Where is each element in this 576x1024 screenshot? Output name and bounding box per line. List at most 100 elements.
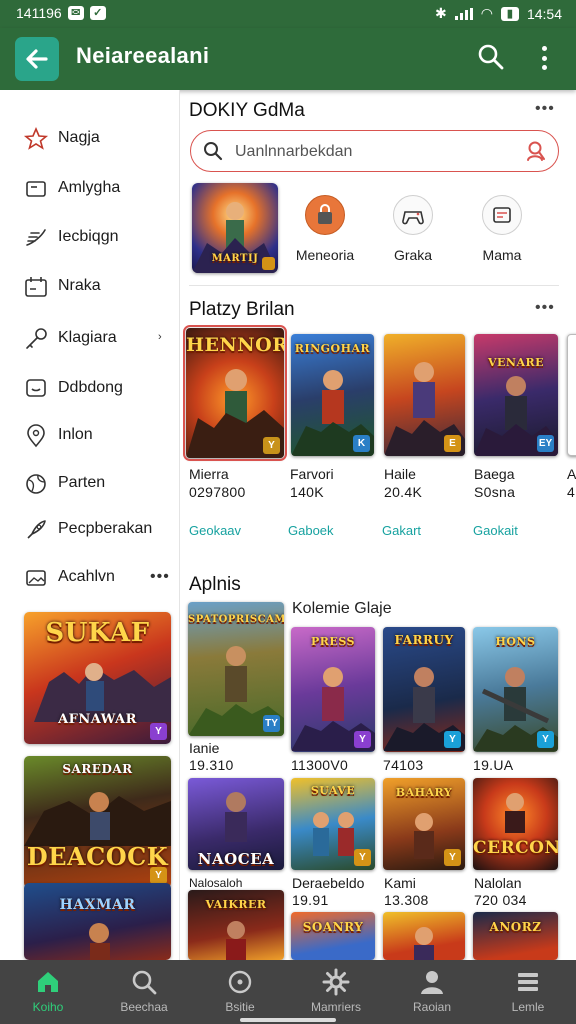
game-card[interactable]: SUAVE Y: [291, 778, 375, 870]
bottom-navigation: Koiho Beechaa Bsitie Mamriers Raoian Lem…: [0, 960, 576, 1024]
sidebar-poster[interactable]: SAREDAR DEACOCK Y: [24, 756, 171, 888]
location-icon: [27, 424, 45, 448]
game-card[interactable]: VENARE EY: [474, 334, 558, 456]
game-badge: Y: [354, 849, 371, 866]
game-count: 720 034: [474, 892, 527, 908]
nav-search[interactable]: Beechaa: [96, 960, 192, 1024]
game-name: Mierra: [189, 466, 229, 482]
featured-game-tile[interactable]: MARTIJ: [192, 183, 278, 273]
status-time-left: 141196: [16, 5, 62, 21]
game-card[interactable]: FARRUY Y: [383, 627, 465, 752]
rocket-icon: [27, 520, 46, 539]
game-card[interactable]: HENNOR Y: [183, 325, 287, 461]
sidebar-poster[interactable]: HAXMAR: [24, 883, 171, 960]
game-card[interactable]: [383, 912, 465, 960]
game-card[interactable]: SOANRY: [291, 912, 375, 960]
sidebar-item-ddbdong[interactable]: Ddbdong: [0, 367, 180, 411]
sidebar-poster[interactable]: SUKAF AFNAWAR Y: [24, 612, 171, 744]
more-options-icon[interactable]: [534, 44, 554, 72]
sidebar-item-label: Ddbdong: [58, 379, 123, 396]
nav-label: Beechaa: [120, 1000, 168, 1014]
notification-icon: ✉: [67, 6, 84, 20]
sidebar-item-amlygha[interactable]: Amlygha: [0, 167, 180, 211]
sidebar-item-iecbiqgn[interactable]: Iecbiqgn: [0, 216, 180, 260]
poster-title: SPATOPRISCAM: [188, 614, 284, 625]
game-card[interactable]: CERCON: [473, 778, 558, 870]
more-dots-icon[interactable]: •••: [150, 568, 170, 586]
nav-label: Koiho: [32, 1000, 64, 1014]
poster-title: HENNOR: [186, 334, 284, 356]
star-icon: [23, 126, 49, 150]
search-bar[interactable]: [190, 130, 559, 172]
game-name: Kami: [384, 875, 416, 891]
game-link[interactable]: Gakart: [382, 523, 421, 538]
game-card[interactable]: RINGOHAR K: [291, 334, 374, 456]
poster-subtitle: AFNAWAR: [58, 712, 137, 727]
game-card[interactable]: VAIKRER: [188, 890, 284, 960]
game-count: 4: [567, 484, 576, 500]
nav-label: Bsitie: [225, 1000, 255, 1014]
sidebar-item-inlon[interactable]: Inlon: [0, 414, 180, 458]
game-card[interactable]: PRESS Y: [291, 627, 375, 752]
game-name: Ianie: [189, 740, 220, 756]
game-card[interactable]: NAOCEA: [188, 778, 284, 870]
game-badge: Y: [354, 731, 371, 748]
poster-title: RINGOHAR: [294, 342, 371, 355]
game-count: 19.UA: [473, 757, 514, 773]
game-badge: E: [444, 435, 461, 452]
home-indicator[interactable]: [240, 1018, 336, 1022]
game-card[interactable]: E: [384, 334, 465, 456]
game-count: 11300V0: [291, 757, 349, 773]
game-card[interactable]: ANORZ: [473, 912, 558, 960]
profile-icon: [421, 971, 443, 994]
nav-home[interactable]: Koiho: [0, 960, 96, 1024]
game-count: 13.308: [384, 892, 429, 908]
controller-icon: [393, 195, 433, 235]
game-badge: Y: [444, 731, 461, 748]
category-graka[interactable]: Graka: [375, 195, 451, 265]
game-link[interactable]: Gaokait: [473, 523, 518, 538]
poster-art: [34, 663, 171, 722]
game-badge: Y: [263, 437, 280, 454]
poster-title: SUAVE: [310, 784, 356, 797]
nav-label: Mamriers: [311, 1000, 361, 1014]
poster-title: ANORZ: [489, 920, 542, 934]
globe-icon: [26, 474, 46, 494]
nav-explore[interactable]: Bsitie: [192, 960, 288, 1024]
image-icon: [26, 570, 46, 586]
game-card[interactable]: [567, 334, 576, 456]
back-button[interactable]: [15, 37, 59, 81]
nav-menu[interactable]: Lemle: [480, 960, 576, 1024]
sidebar-item-pecpberakan[interactable]: Pecpberakan: [0, 508, 180, 552]
nav-settings[interactable]: Mamriers: [288, 960, 384, 1024]
section-title-apps: Aplnis: [189, 574, 241, 595]
category-label: Graka: [393, 247, 433, 263]
sidebar-item-klagiara[interactable]: Klagiara ›: [0, 317, 180, 361]
game-link[interactable]: Geokaav: [189, 523, 241, 538]
user-search-icon[interactable]: [525, 140, 547, 162]
category-meneoria[interactable]: Meneoria: [287, 195, 363, 265]
sidebar-item-nagja[interactable]: Nagja: [0, 117, 180, 161]
more-dots-icon[interactable]: •••: [535, 100, 555, 118]
game-link[interactable]: Gaboek: [288, 523, 334, 538]
sidebar-item-nraka[interactable]: Nraka: [0, 265, 180, 309]
store-icon: [482, 195, 522, 235]
sidebar-item-label: Pecpberakan: [58, 520, 153, 537]
game-card[interactable]: BAHARY Y: [383, 778, 465, 870]
sidebar-item-label: Nagja: [58, 129, 100, 146]
category-mama[interactable]: Mama: [464, 195, 540, 265]
category-label: Mama: [482, 247, 522, 263]
status-bar: 141196 ✉ ✓ ✱ ◠ ▮ 14:54: [0, 0, 576, 28]
poster-title: SAREDAR: [62, 762, 133, 776]
sidebar-item-parten[interactable]: Parten: [0, 462, 180, 506]
nav-profile[interactable]: Raoian: [384, 960, 480, 1024]
chat-icon: [26, 379, 46, 397]
game-card[interactable]: HONS Y: [473, 627, 558, 752]
poster-subtitle: DEACOCK: [26, 842, 169, 871]
sidebar-item-acahlvn[interactable]: Acahlvn •••: [0, 556, 180, 600]
search-icon[interactable]: [476, 42, 506, 72]
search-input[interactable]: [235, 140, 515, 164]
more-dots-icon[interactable]: •••: [535, 299, 555, 317]
game-card[interactable]: SPATOPRISCAM TY: [188, 602, 284, 736]
section-title-popular: Platzy Brilan: [189, 299, 295, 320]
